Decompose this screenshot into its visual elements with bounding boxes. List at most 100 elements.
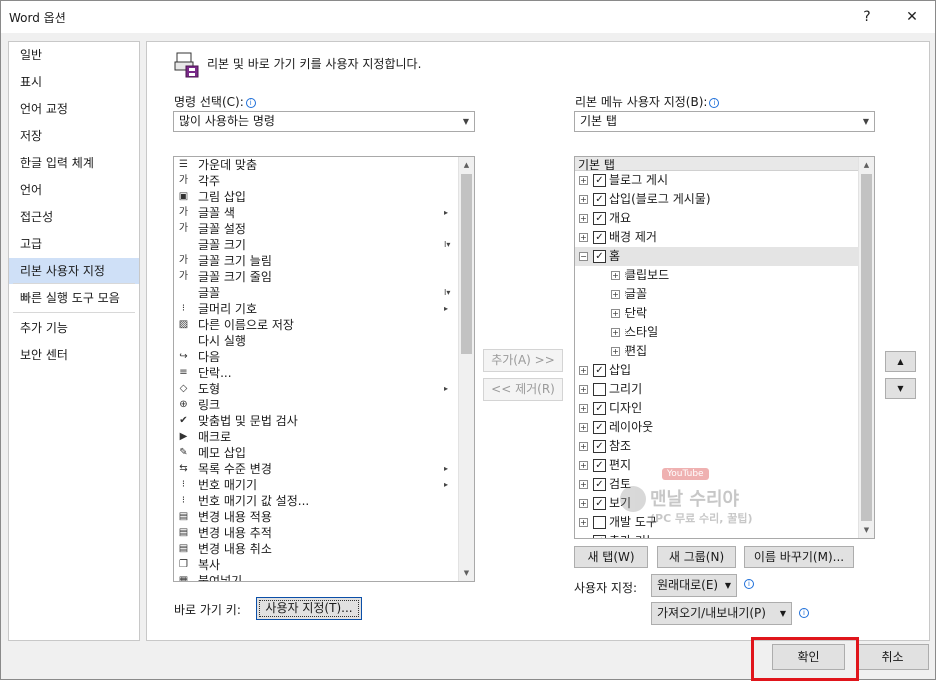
close-icon[interactable]: ✕	[898, 5, 926, 29]
new-group-button[interactable]: 새 그룹(N)	[657, 546, 736, 568]
command-item[interactable]: ◇ 도형 ▸	[174, 381, 464, 397]
tab-checkbox[interactable]: ✓	[593, 421, 606, 434]
ribbon-dropdown[interactable]: 기본 탭 ▼	[574, 111, 875, 132]
tab-checkbox[interactable]: ✓	[593, 250, 606, 263]
expand-icon[interactable]: +	[611, 290, 620, 299]
nav-item[interactable]: 표시	[9, 69, 139, 95]
import-export-dropdown-button[interactable]: 가져오기/내보내기(P) ▼	[651, 602, 792, 625]
command-item[interactable]: 가 글꼴 크기 늘림	[174, 253, 464, 269]
ribbon-tab-item[interactable]: + ✓ 배경 제거	[575, 228, 859, 247]
commands-list[interactable]: ▲ ▼ ☰ 가운데 맞춤 가 각주 ▣ 그림 삽입 가 글꼴 색 ▸ 가 글꼴 설정 글꼴 크기 I▾ 가…	[173, 156, 475, 582]
expand-icon[interactable]: +	[579, 518, 588, 527]
command-item[interactable]: ▨ 다른 이름으로 저장	[174, 317, 464, 333]
command-item[interactable]: 글꼴 크기 I▾	[174, 237, 464, 253]
remove-button[interactable]: << 제거(R)	[483, 378, 563, 401]
expand-icon[interactable]: +	[579, 461, 588, 470]
nav-item[interactable]: 고급	[9, 231, 139, 257]
new-tab-button[interactable]: 새 탭(W)	[574, 546, 648, 568]
command-item[interactable]: 가 글꼴 색 ▸	[174, 205, 464, 221]
ribbon-tab-item[interactable]: + ✓ 편지	[575, 456, 859, 475]
expand-icon[interactable]: +	[611, 347, 620, 356]
nav-item[interactable]: 저장	[9, 123, 139, 149]
expand-icon[interactable]: +	[579, 366, 588, 375]
tab-checkbox[interactable]: ✓	[593, 459, 606, 472]
ribbon-tab-item[interactable]: + ✓ 삽입(블로그 게시물)	[575, 190, 859, 209]
expand-icon[interactable]: +	[579, 404, 588, 413]
command-item[interactable]: ▶ 매크로	[174, 429, 464, 445]
expand-icon[interactable]: +	[611, 309, 620, 318]
ribbon-tree[interactable]: 기본 탭 ▲ ▼ + ✓ 블로그 게시 + ✓ 삽입(블로그 게시물) + ✓ 개요 + ✓ 배경 제…	[574, 156, 875, 539]
cancel-button[interactable]: 취소	[856, 644, 929, 670]
tab-checkbox[interactable]: ✓	[593, 402, 606, 415]
ribbon-tab-item[interactable]: + ✓ 블로그 게시	[575, 171, 859, 190]
command-item[interactable]: ≡ 단락...	[174, 365, 464, 381]
command-item[interactable]: ✔ 맞춤법 및 문법 검사	[174, 413, 464, 429]
expand-icon[interactable]: +	[579, 423, 588, 432]
expand-icon[interactable]: +	[579, 195, 588, 204]
nav-item[interactable]: 한글 입력 체계	[9, 150, 139, 176]
ribbon-tab-item[interactable]: ✓추가 기능	[575, 532, 859, 538]
expand-icon[interactable]: +	[579, 214, 588, 223]
command-item[interactable]: ⁝ 글머리 기호 ▸	[174, 301, 464, 317]
nav-item[interactable]: 일반	[9, 42, 139, 68]
tab-checkbox[interactable]: ✓	[593, 364, 606, 377]
command-item[interactable]: 글꼴 I▾	[174, 285, 464, 301]
tab-checkbox[interactable]: ✓	[593, 193, 606, 206]
command-item[interactable]: ⁝ 번호 매기기 값 설정...	[174, 493, 464, 509]
command-item[interactable]: ✎ 메모 삽입	[174, 445, 464, 461]
expand-icon[interactable]: +	[579, 385, 588, 394]
expand-icon[interactable]: +	[579, 499, 588, 508]
ribbon-tab-item[interactable]: + ✓ 검토	[575, 475, 859, 494]
command-item[interactable]: 다시 실행	[174, 333, 464, 349]
scroll-down-icon[interactable]: ▼	[859, 522, 874, 538]
tab-checkbox[interactable]: ✓	[593, 231, 606, 244]
command-item[interactable]: ☰ 가운데 맞춤	[174, 157, 464, 173]
command-item[interactable]: ❐ 복사	[174, 557, 464, 573]
command-item[interactable]: 가 글꼴 설정	[174, 221, 464, 237]
move-down-button[interactable]: ▼	[885, 378, 916, 399]
commands-dropdown[interactable]: 많이 사용하는 명령 ▼	[173, 111, 475, 132]
command-item[interactable]: ⊕ 링크	[174, 397, 464, 413]
ribbon-tab-item[interactable]: + 단락	[575, 304, 859, 323]
nav-item[interactable]: 빠른 실행 도구 모음	[9, 285, 139, 311]
ribbon-tab-item[interactable]: + ✓ 개요	[575, 209, 859, 228]
ribbon-tab-item[interactable]: + ✓ 참조	[575, 437, 859, 456]
expand-icon[interactable]: +	[611, 271, 620, 280]
command-item[interactable]: ▤ 변경 내용 추적	[174, 525, 464, 541]
help-icon[interactable]: ?	[853, 5, 881, 29]
nav-item[interactable]: 언어	[9, 177, 139, 203]
ribbon-tab-item[interactable]: + ✓ 디자인	[575, 399, 859, 418]
tab-checkbox[interactable]: ✓	[593, 497, 606, 510]
collapse-icon[interactable]: −	[579, 252, 588, 261]
ribbon-scrollbar[interactable]: ▲ ▼	[858, 157, 874, 538]
scroll-up-icon[interactable]: ▲	[859, 157, 874, 173]
ribbon-tab-item[interactable]: + ✓ 보기	[575, 494, 859, 513]
command-item[interactable]: ▤ 변경 내용 취소	[174, 541, 464, 557]
ribbon-tab-item[interactable]: + 글꼴	[575, 285, 859, 304]
tab-checkbox[interactable]	[593, 516, 606, 529]
command-item[interactable]: ▤ 변경 내용 적용	[174, 509, 464, 525]
expand-icon[interactable]: +	[579, 176, 588, 185]
tab-checkbox[interactable]	[593, 383, 606, 396]
move-up-button[interactable]: ▲	[885, 351, 916, 372]
command-item[interactable]: ⁝ 번호 매기기 ▸	[174, 477, 464, 493]
nav-item[interactable]: 리본 사용자 지정	[9, 258, 139, 284]
command-item[interactable]: ▣ 그림 삽입	[174, 189, 464, 205]
ribbon-tab-item[interactable]: + 편집	[575, 342, 859, 361]
reset-dropdown-button[interactable]: 원래대로(E) ▼	[651, 574, 737, 597]
ribbon-tab-item[interactable]: + ✓ 삽입	[575, 361, 859, 380]
command-item[interactable]: 가 각주	[174, 173, 464, 189]
tab-checkbox[interactable]: ✓	[593, 212, 606, 225]
nav-item[interactable]: 접근성	[9, 204, 139, 230]
nav-item[interactable]: 추가 기능	[9, 315, 139, 341]
scroll-thumb[interactable]	[861, 174, 872, 521]
ribbon-tab-item[interactable]: − ✓ 홈	[575, 247, 859, 266]
nav-item[interactable]: 보안 센터	[9, 342, 139, 368]
ribbon-tab-item[interactable]: + 클립보드	[575, 266, 859, 285]
command-item[interactable]: ▦ 붙여넣기	[174, 573, 464, 581]
expand-icon[interactable]: +	[611, 328, 620, 337]
customize-shortcut-button[interactable]: 사용자 지정(T)...	[256, 597, 362, 620]
tab-checkbox[interactable]: ✓	[593, 440, 606, 453]
expand-icon[interactable]: +	[579, 442, 588, 451]
add-button[interactable]: 추가(A) >>	[483, 349, 563, 372]
